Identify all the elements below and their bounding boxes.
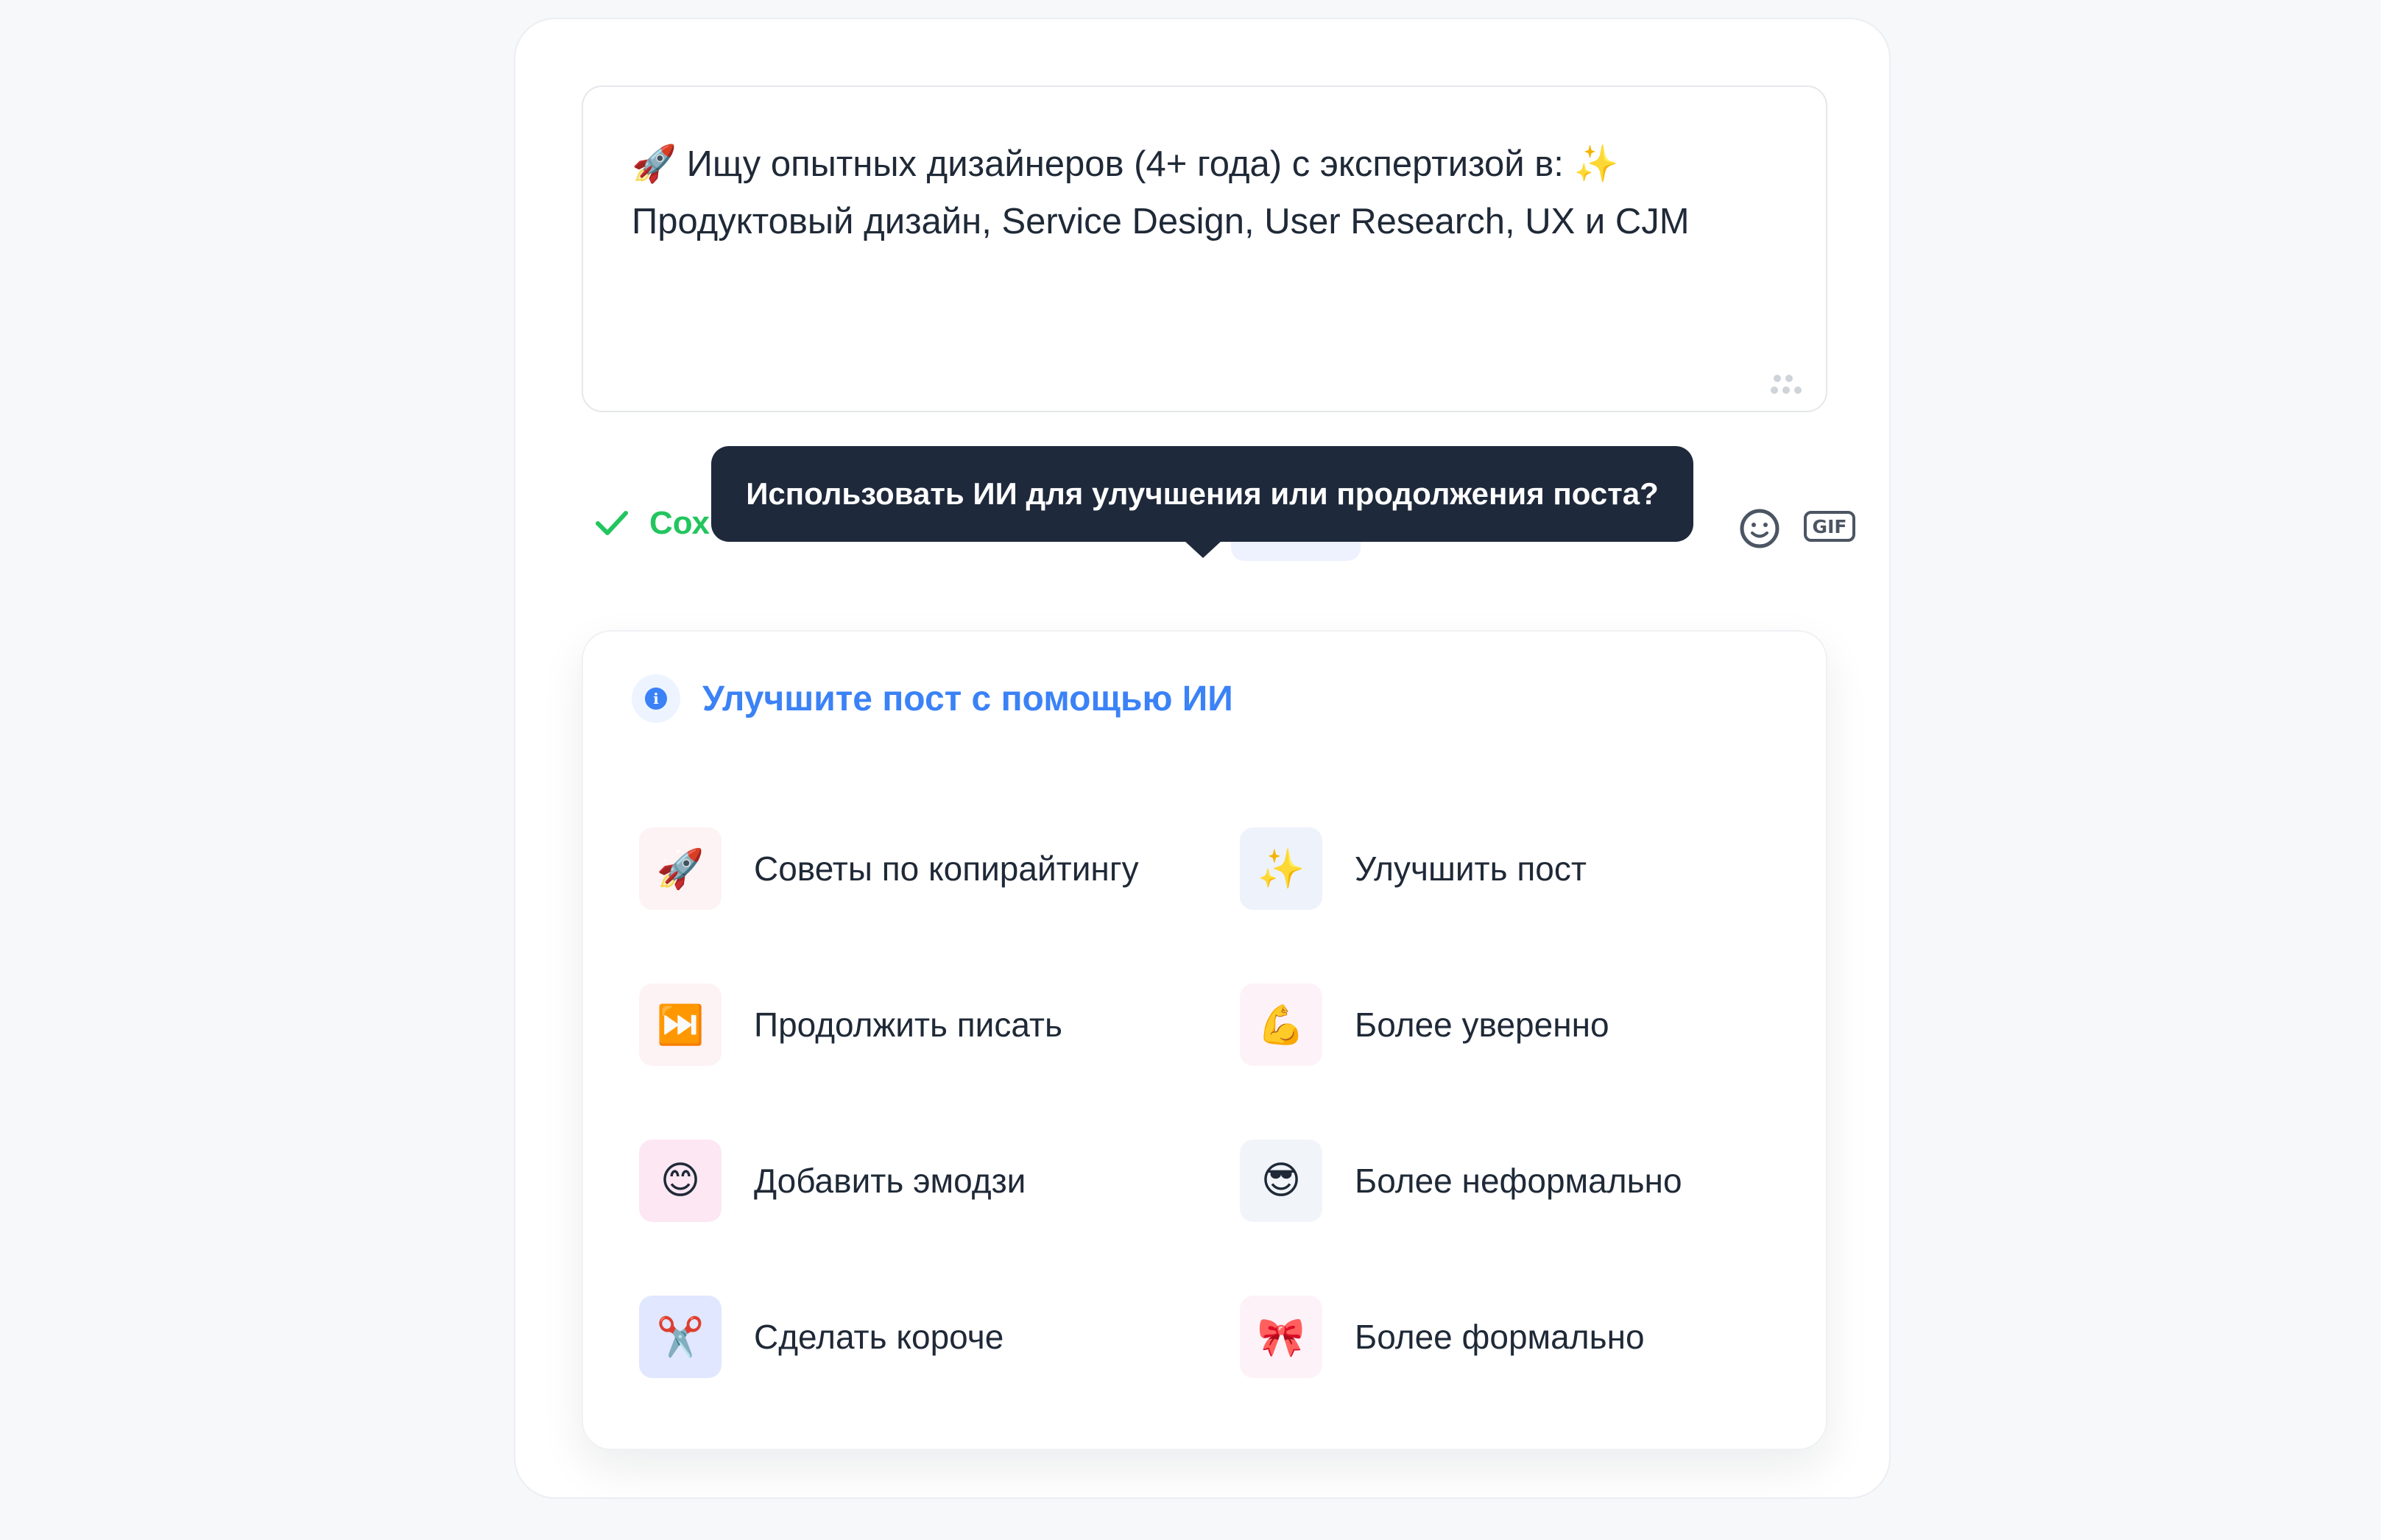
flexed-biceps-icon: 💪 <box>1240 983 1322 1066</box>
ribbon-icon: 🎀 <box>1240 1296 1322 1378</box>
option-label: Добавить эмодзи <box>754 1162 1026 1200</box>
saved-status: Сох <box>595 505 710 542</box>
sunglasses-face-icon: 😎 <box>1240 1140 1322 1222</box>
option-label: Более формально <box>1355 1318 1645 1356</box>
option-improve-post[interactable]: ✨ Улучшить пост <box>1240 826 1587 911</box>
ai-improve-panel: i Улучшите пост с помощью ИИ 🚀 Советы по… <box>582 630 1827 1450</box>
rocket-icon: 🚀 <box>639 827 722 910</box>
option-label: Более уверенно <box>1355 1006 1609 1044</box>
option-label: Продолжить писать <box>754 1006 1062 1044</box>
post-composer-card: 🚀 Ищу опытных дизайнеров (4+ года) с экс… <box>514 18 1891 1499</box>
option-continue-writing[interactable]: ⏭️ Продолжить писать <box>639 982 1062 1067</box>
option-copywriting-tips[interactable]: 🚀 Советы по копирайтингу <box>639 826 1139 911</box>
ai-panel-title: Улучшите пост с помощью ИИ <box>702 679 1233 718</box>
post-text[interactable]: 🚀 Ищу опытных дизайнеров (4+ года) с экс… <box>632 135 1780 250</box>
option-add-emoji[interactable]: 😊 Добавить эмодзи <box>639 1138 1026 1223</box>
option-label: Более неформально <box>1355 1162 1682 1200</box>
option-label: Сделать короче <box>754 1318 1004 1356</box>
tooltip-arrow <box>1184 540 1222 558</box>
saved-label: Сох <box>649 505 710 541</box>
resize-handle-icon[interactable] <box>1768 371 1804 398</box>
option-label: Улучшить пост <box>1355 850 1587 888</box>
gif-button[interactable]: GIF <box>1804 511 1855 542</box>
smiling-face-icon: 😊 <box>639 1140 722 1222</box>
emoji-icon[interactable] <box>1738 506 1782 551</box>
fast-forward-icon: ⏭️ <box>639 983 722 1066</box>
sparkles-icon: ✨ <box>1240 827 1322 910</box>
option-label: Советы по копирайтингу <box>754 850 1139 888</box>
check-icon <box>596 511 628 535</box>
option-more-formal[interactable]: 🎀 Более формально <box>1240 1294 1645 1380</box>
ai-tooltip: Использовать ИИ для улучшения или продол… <box>711 446 1693 542</box>
info-icon: i <box>632 674 680 723</box>
option-more-confident[interactable]: 💪 Более уверенно <box>1240 982 1609 1067</box>
page: 🚀 Ищу опытных дизайнеров (4+ года) с экс… <box>0 0 2381 1540</box>
option-more-casual[interactable]: 😎 Более неформально <box>1240 1138 1682 1223</box>
scissors-icon: ✂️ <box>639 1296 722 1378</box>
post-editor[interactable]: 🚀 Ищу опытных дизайнеров (4+ года) с экс… <box>582 85 1827 412</box>
option-make-shorter[interactable]: ✂️ Сделать короче <box>639 1294 1003 1380</box>
ai-panel-header: i Улучшите пост с помощью ИИ <box>632 674 1233 723</box>
